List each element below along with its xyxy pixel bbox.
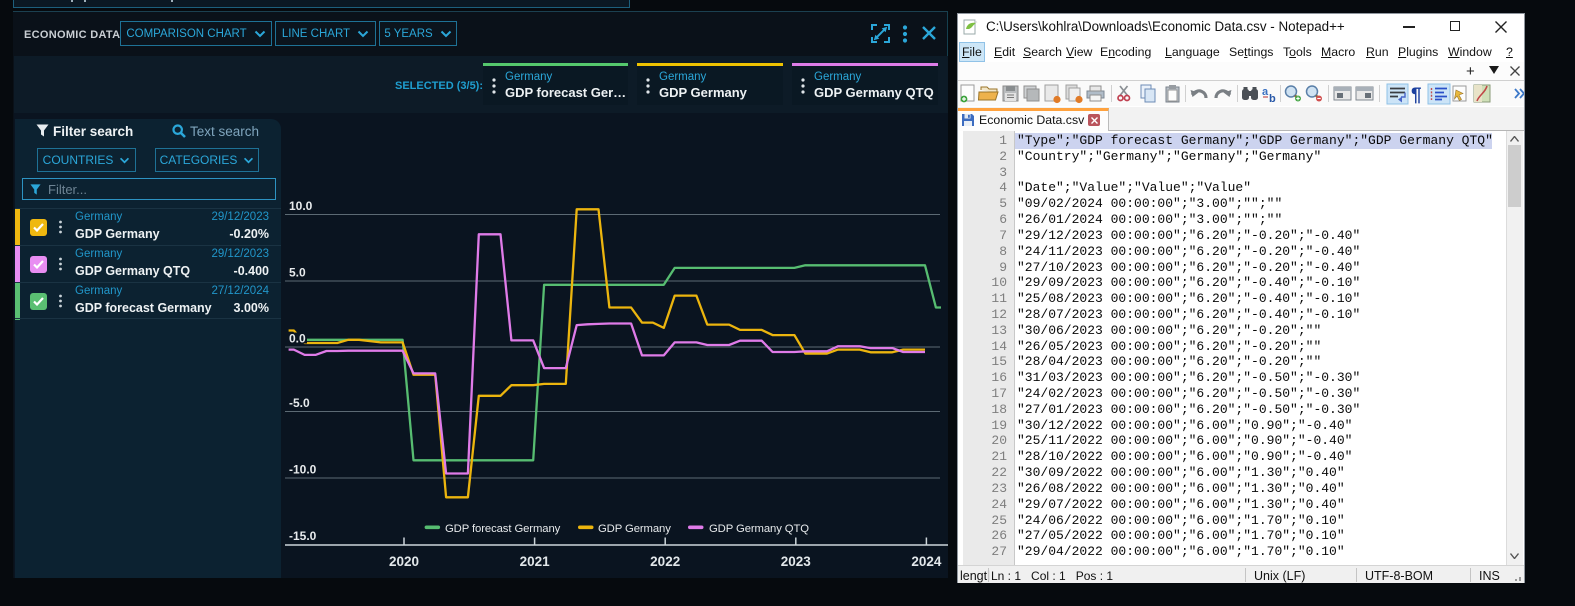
svg-text:2021: 2021 xyxy=(520,554,551,569)
svg-text:a: a xyxy=(1262,86,1269,98)
svg-text:2020: 2020 xyxy=(389,554,419,569)
svg-text:2023: 2023 xyxy=(781,554,812,569)
svg-text:2024: 2024 xyxy=(911,554,942,569)
svg-text:-5.0: -5.0 xyxy=(289,396,310,410)
svg-text:-15.0: -15.0 xyxy=(289,529,317,543)
svg-text:10.0: 10.0 xyxy=(289,199,313,213)
svg-text:¶: ¶ xyxy=(1411,85,1422,105)
svg-text:2022: 2022 xyxy=(650,554,680,569)
svg-text:5.0: 5.0 xyxy=(289,266,306,280)
svg-text:GDP forecast Germany: GDP forecast Germany xyxy=(445,523,561,535)
svg-text:b: b xyxy=(1269,93,1276,105)
svg-text:-10.0: -10.0 xyxy=(289,463,317,477)
svg-text:GDP Germany QTQ: GDP Germany QTQ xyxy=(709,523,809,535)
svg-text:GDP Germany: GDP Germany xyxy=(598,523,671,535)
svg-text:0.0: 0.0 xyxy=(289,332,306,346)
